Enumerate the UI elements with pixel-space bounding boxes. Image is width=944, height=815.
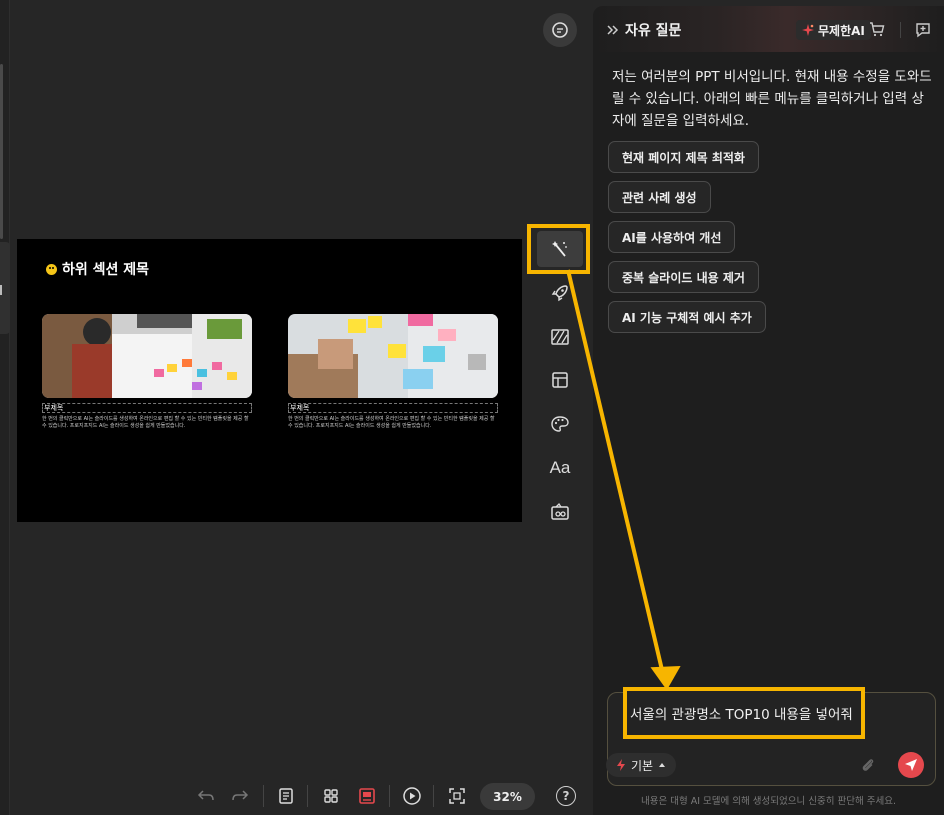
redo-button[interactable]	[227, 783, 253, 809]
fit-screen-icon	[449, 788, 465, 804]
notes-icon	[279, 788, 293, 804]
play-button[interactable]	[399, 783, 425, 809]
help-button[interactable]: ?	[556, 786, 576, 806]
toolbar-divider	[433, 785, 434, 807]
undo-icon	[197, 790, 214, 801]
notes-button[interactable]	[273, 783, 299, 809]
slide-view-icon	[359, 788, 375, 804]
toolbar-divider	[307, 785, 308, 807]
zoom-level[interactable]: 32%	[480, 783, 535, 810]
undo-button[interactable]	[193, 783, 219, 809]
grid-icon	[324, 789, 338, 803]
grid-view-button[interactable]	[318, 783, 344, 809]
slide-view-button[interactable]	[354, 783, 380, 809]
redo-icon	[232, 790, 249, 801]
annotation-arrow	[566, 269, 681, 691]
play-icon	[403, 787, 421, 805]
toolbar-divider	[263, 785, 264, 807]
fit-screen-button[interactable]	[444, 783, 470, 809]
toolbar-divider	[389, 785, 390, 807]
